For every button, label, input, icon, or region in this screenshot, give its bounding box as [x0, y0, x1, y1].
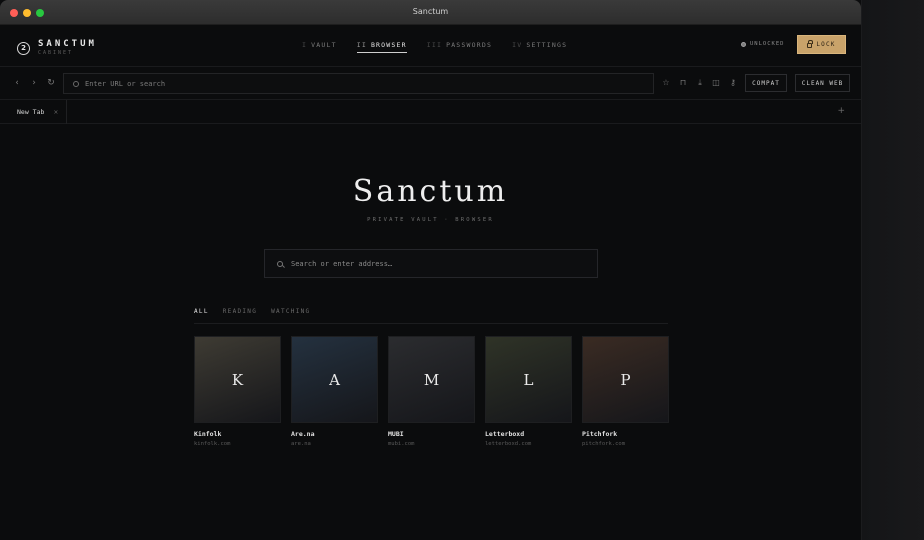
- site-name: Kinfolk: [194, 430, 222, 438]
- search-input[interactable]: [291, 259, 581, 268]
- brand-subtitle: CABINET: [38, 50, 74, 56]
- filter-reading[interactable]: READING: [223, 308, 257, 323]
- key-icon[interactable]: ⚷: [728, 77, 738, 88]
- camera-icon[interactable]: ◫: [711, 77, 721, 88]
- nav-label: VAULT: [311, 41, 337, 49]
- nav-number: IV: [512, 41, 523, 49]
- site-url: letterboxd.com: [485, 441, 532, 447]
- site-thumbnail: P: [582, 336, 669, 423]
- filter-watching[interactable]: WATCHING: [271, 308, 310, 323]
- globe-icon: [73, 80, 79, 87]
- site-url: kinfolk.com: [194, 441, 231, 447]
- reload-icon[interactable]: ↻: [46, 78, 56, 88]
- back-icon[interactable]: ‹: [12, 78, 22, 88]
- site-card-letterboxd[interactable]: L Letterboxd letterboxd.com: [485, 336, 572, 447]
- page-subtitle: PRIVATE VAULT · BROWSER: [367, 217, 494, 223]
- page-title: Sanctum: [352, 174, 509, 209]
- logo[interactable]: 2 SANCTUM CABINET: [17, 39, 97, 57]
- site-thumbnail: M: [388, 336, 475, 423]
- site-url: mubi.com: [388, 441, 415, 447]
- nav-label: SETTINGS: [526, 41, 568, 49]
- site-name: MUBI: [388, 430, 404, 438]
- site-card-mubi[interactable]: M MUBI mubi.com: [388, 336, 475, 447]
- site-name: Pitchfork: [582, 430, 618, 438]
- site-card-pitchfork[interactable]: P Pitchfork pitchfork.com: [582, 336, 669, 447]
- nav-item-settings[interactable]: IV SETTINGS: [512, 41, 567, 53]
- star-icon[interactable]: ☆: [661, 77, 671, 88]
- nav-label: BROWSER: [370, 41, 407, 49]
- nav-number: II: [356, 41, 367, 49]
- tab-label: New Tab: [17, 108, 45, 116]
- main-nav: I VAULT II BROWSER III PASSWORDS IV SETTINGS: [302, 41, 567, 53]
- site-thumbnail: A: [291, 336, 378, 423]
- site-name: Letterboxd: [485, 430, 525, 438]
- new-tab-icon[interactable]: +: [837, 106, 845, 117]
- logo-text: SANCTUM CABINET: [38, 39, 97, 57]
- filter-tabs: ALL READING WATCHING: [194, 308, 668, 324]
- nav-label: PASSWORDS: [446, 41, 493, 49]
- download-icon[interactable]: ⤓: [695, 77, 705, 88]
- filter-all[interactable]: ALL: [194, 308, 209, 323]
- nav-number: I: [302, 41, 308, 49]
- close-tab-icon[interactable]: ×: [53, 109, 58, 116]
- title-bar: Sanctum: [0, 0, 861, 25]
- status-dot-icon: [741, 41, 746, 47]
- brand-name: SANCTUM: [38, 39, 97, 49]
- window-title: Sanctum: [412, 7, 449, 16]
- forward-icon[interactable]: ›: [29, 78, 39, 88]
- address-toolbar: ‹ › ↻ ☆ ⊓ ⤓ ◫ ⚷ COMPAT CLEAN WEB: [0, 67, 861, 100]
- lock-icon: [807, 40, 814, 48]
- tab-new-tab[interactable]: New Tab ×: [0, 100, 67, 124]
- vault-status: UNLOCKED: [741, 41, 785, 47]
- lock-button[interactable]: LOCK: [797, 35, 846, 54]
- search-box: [264, 249, 598, 278]
- bookmark-icon[interactable]: ⊓: [678, 77, 688, 88]
- site-name: Are.na: [291, 430, 315, 438]
- url-bar: [63, 73, 654, 94]
- site-card-kinfolk[interactable]: K Kinfolk kinfolk.com: [194, 336, 281, 447]
- url-input[interactable]: [85, 79, 625, 88]
- site-card-arena[interactable]: A Are.na are.na: [291, 336, 378, 447]
- logo-mark-icon: 2: [17, 41, 30, 55]
- app-window: Sanctum 2 SANCTUM CABINET I VAULT II BROWS…: [0, 0, 862, 540]
- tab-strip: New Tab × +: [0, 100, 861, 124]
- status-label: UNLOCKED: [750, 41, 785, 47]
- nav-item-browser[interactable]: II BROWSER: [356, 41, 407, 53]
- compat-button[interactable]: COMPAT: [745, 74, 787, 92]
- start-page: Sanctum PRIVATE VAULT · BROWSER ALL READ…: [0, 124, 861, 539]
- lock-button-label: LOCK: [816, 41, 836, 48]
- app-header: 2 SANCTUM CABINET I VAULT II BROWSER III PA…: [0, 25, 861, 67]
- site-thumbnail: L: [485, 336, 572, 423]
- search-icon: [277, 260, 283, 267]
- clean-web-button[interactable]: CLEAN WEB: [795, 74, 850, 92]
- desktop-background: [862, 0, 924, 540]
- site-url: pitchfork.com: [582, 441, 626, 447]
- site-grid: K Kinfolk kinfolk.com A Are.na are.na M …: [194, 336, 669, 447]
- nav-number: III: [426, 41, 443, 49]
- site-thumbnail: K: [194, 336, 281, 423]
- site-url: are.na: [291, 441, 311, 447]
- nav-item-passwords[interactable]: III PASSWORDS: [427, 41, 492, 53]
- nav-item-vault[interactable]: I VAULT: [302, 41, 337, 53]
